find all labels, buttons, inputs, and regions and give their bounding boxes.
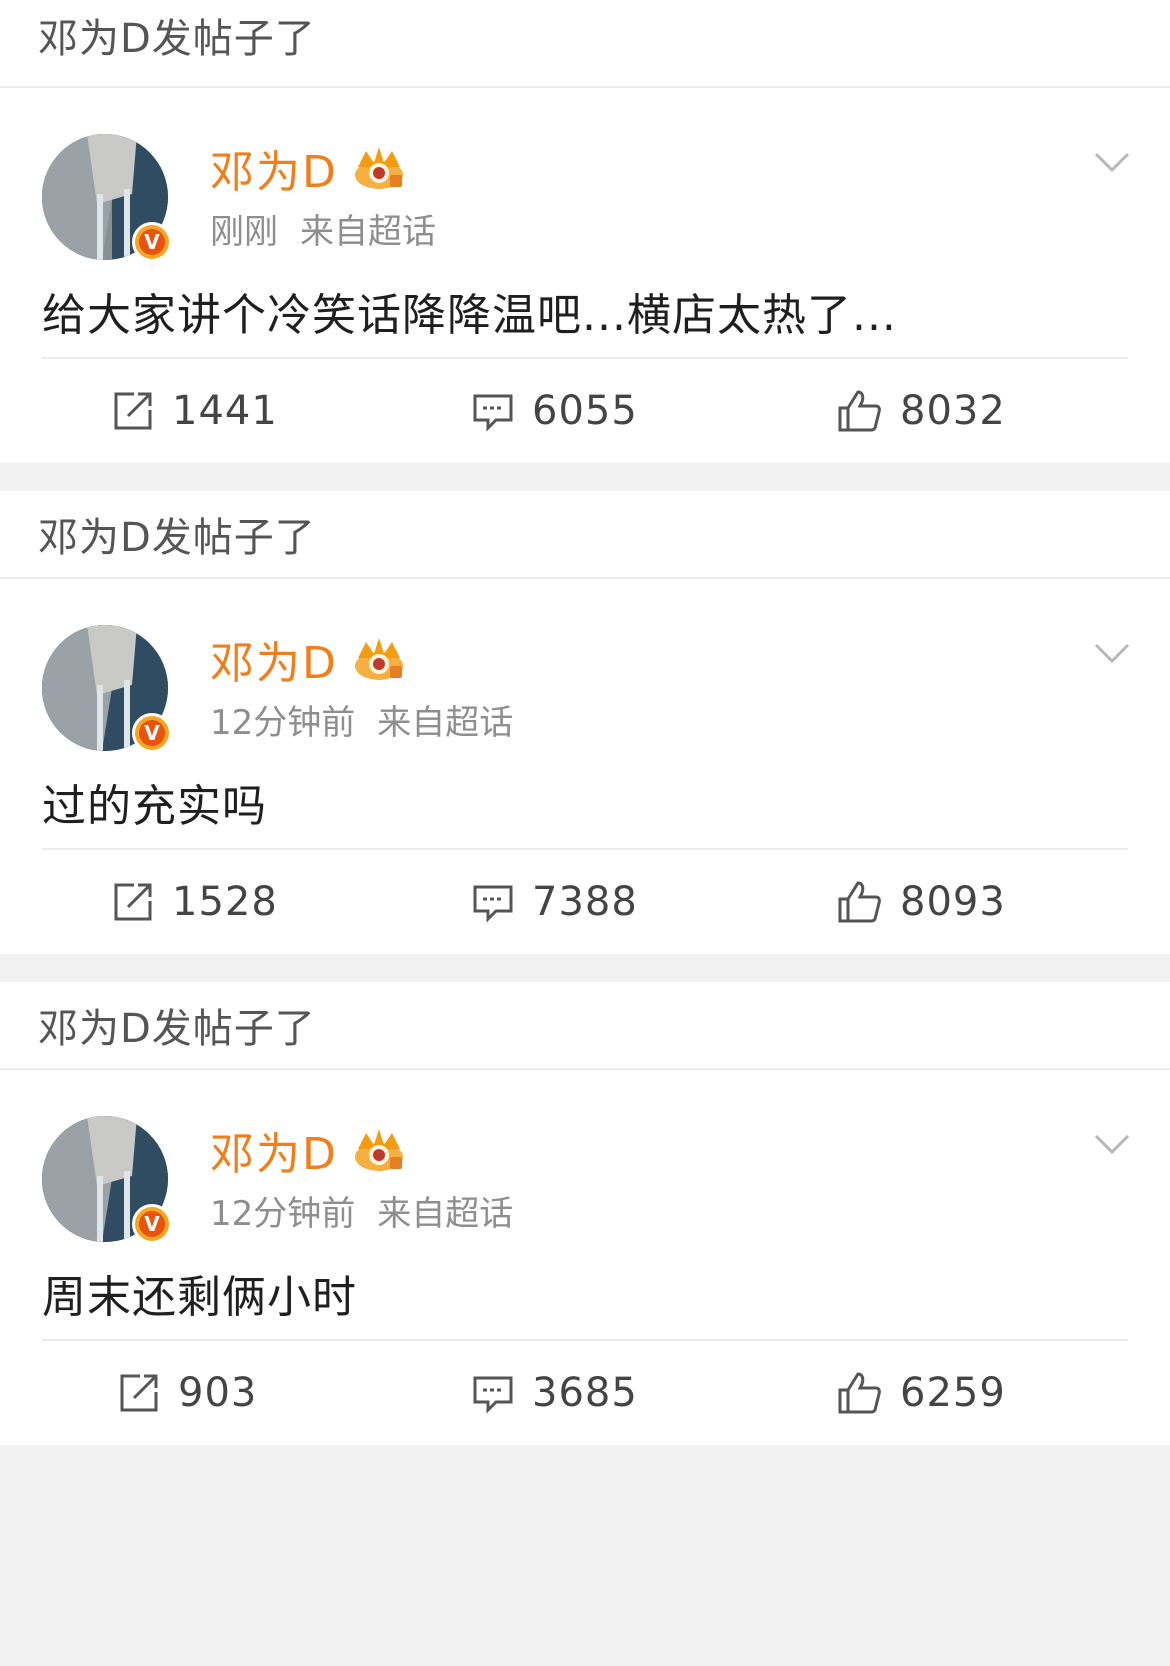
comment-icon <box>473 1376 513 1414</box>
post-author-row: V 邓为D 刚刚 来自超话 <box>0 88 1170 262</box>
verified-v-icon: V <box>139 1211 165 1237</box>
like-button[interactable]: 8093 <box>836 879 1006 925</box>
post-text[interactable]: 给大家讲个冷笑话降降温吧...横店太热了... <box>42 253 1128 357</box>
post-header[interactable]: 邓为D发帖子了 <box>0 0 1170 88</box>
like-count: 8032 <box>900 388 1006 434</box>
post-card: 邓为D发帖子了 V 邓为D 刚刚 来自超话 给大家讲个冷笑话降降温吧...横店太… <box>0 0 1170 463</box>
repost-button[interactable]: 1441 <box>112 388 278 434</box>
crown-badge-icon[interactable] <box>352 636 406 682</box>
like-count: 6259 <box>900 1370 1006 1416</box>
comment-icon <box>473 885 513 923</box>
post-source[interactable]: 来自超话 <box>300 204 436 253</box>
thumbs-up-icon <box>838 390 881 432</box>
repost-button[interactable]: 1528 <box>112 879 278 925</box>
post-author-row: V 邓为D 12分钟前 来自超话 <box>0 579 1170 753</box>
thumbs-up-icon <box>838 1372 881 1414</box>
post-author-row: V 邓为D 12分钟前 来自超话 <box>0 1070 1170 1244</box>
post-text[interactable]: 周末还剩俩小时 <box>42 1235 1128 1339</box>
verified-v-icon: V <box>139 720 165 746</box>
feed-divider <box>0 954 1170 982</box>
post-card: 邓为D发帖子了 V 邓为D <box>0 982 1170 1445</box>
repost-icon <box>120 1374 158 1412</box>
post-card: 邓为D发帖子了 V 邓为D <box>0 491 1170 954</box>
post-time: 12分钟前 <box>210 1194 356 1234</box>
feed-divider <box>0 463 1170 491</box>
post-time: 12分钟前 <box>210 703 356 743</box>
like-count: 8093 <box>900 879 1006 925</box>
comment-count: 3685 <box>532 1370 638 1416</box>
chevron-down-icon[interactable] <box>1094 150 1130 174</box>
post-time: 刚刚 <box>210 212 278 252</box>
thumbs-up-icon <box>838 881 881 923</box>
avatar[interactable]: V <box>42 134 172 262</box>
repost-count: 1528 <box>172 879 278 925</box>
post-source[interactable]: 来自超话 <box>377 1186 513 1235</box>
crown-badge-icon[interactable] <box>352 145 406 191</box>
comment-count: 6055 <box>532 388 638 434</box>
author-name[interactable]: 邓为D <box>210 1118 338 1182</box>
post-actions: 1528 7388 8093 <box>42 848 1128 954</box>
comment-count: 7388 <box>532 879 638 925</box>
repost-icon <box>114 392 152 430</box>
author-block: 邓为D 刚刚 来自超话 <box>210 138 436 253</box>
author-name[interactable]: 邓为D <box>210 136 338 200</box>
repost-button[interactable]: 903 <box>118 1370 257 1416</box>
chevron-down-icon[interactable] <box>1094 1132 1130 1156</box>
repost-count: 1441 <box>172 388 278 434</box>
post-source[interactable]: 来自超话 <box>377 695 513 744</box>
author-name[interactable]: 邓为D <box>210 627 338 691</box>
avatar[interactable]: V <box>42 625 172 753</box>
avatar[interactable]: V <box>42 1116 172 1244</box>
repost-count: 903 <box>178 1370 258 1416</box>
like-button[interactable]: 8032 <box>836 388 1006 434</box>
post-actions: 903 3685 6259 <box>42 1339 1128 1445</box>
post-text[interactable]: 过的充实吗 <box>42 744 1128 848</box>
post-header[interactable]: 邓为D发帖子了 <box>0 982 1170 1070</box>
verified-v-icon: V <box>139 229 165 255</box>
post-header[interactable]: 邓为D发帖子了 <box>0 491 1170 579</box>
repost-icon <box>114 883 152 921</box>
author-block: 邓为D 12分钟前 来自超话 <box>210 629 513 744</box>
comment-button[interactable]: 6055 <box>472 388 638 434</box>
comment-button[interactable]: 3685 <box>472 1370 638 1416</box>
feed: 邓为D发帖子了 V 邓为D 刚刚 来自超话 给大家讲个冷笑话降降温吧...横店太… <box>0 0 1170 1473</box>
chevron-down-icon[interactable] <box>1094 641 1130 665</box>
comment-button[interactable]: 7388 <box>472 879 638 925</box>
crown-badge-icon[interactable] <box>352 1127 406 1173</box>
post-actions: 1441 6055 8032 <box>42 357 1128 463</box>
author-block: 邓为D 12分钟前 来自超话 <box>210 1120 513 1235</box>
feed-divider <box>0 1445 1170 1473</box>
comment-icon <box>473 394 513 432</box>
like-button[interactable]: 6259 <box>836 1370 1006 1416</box>
